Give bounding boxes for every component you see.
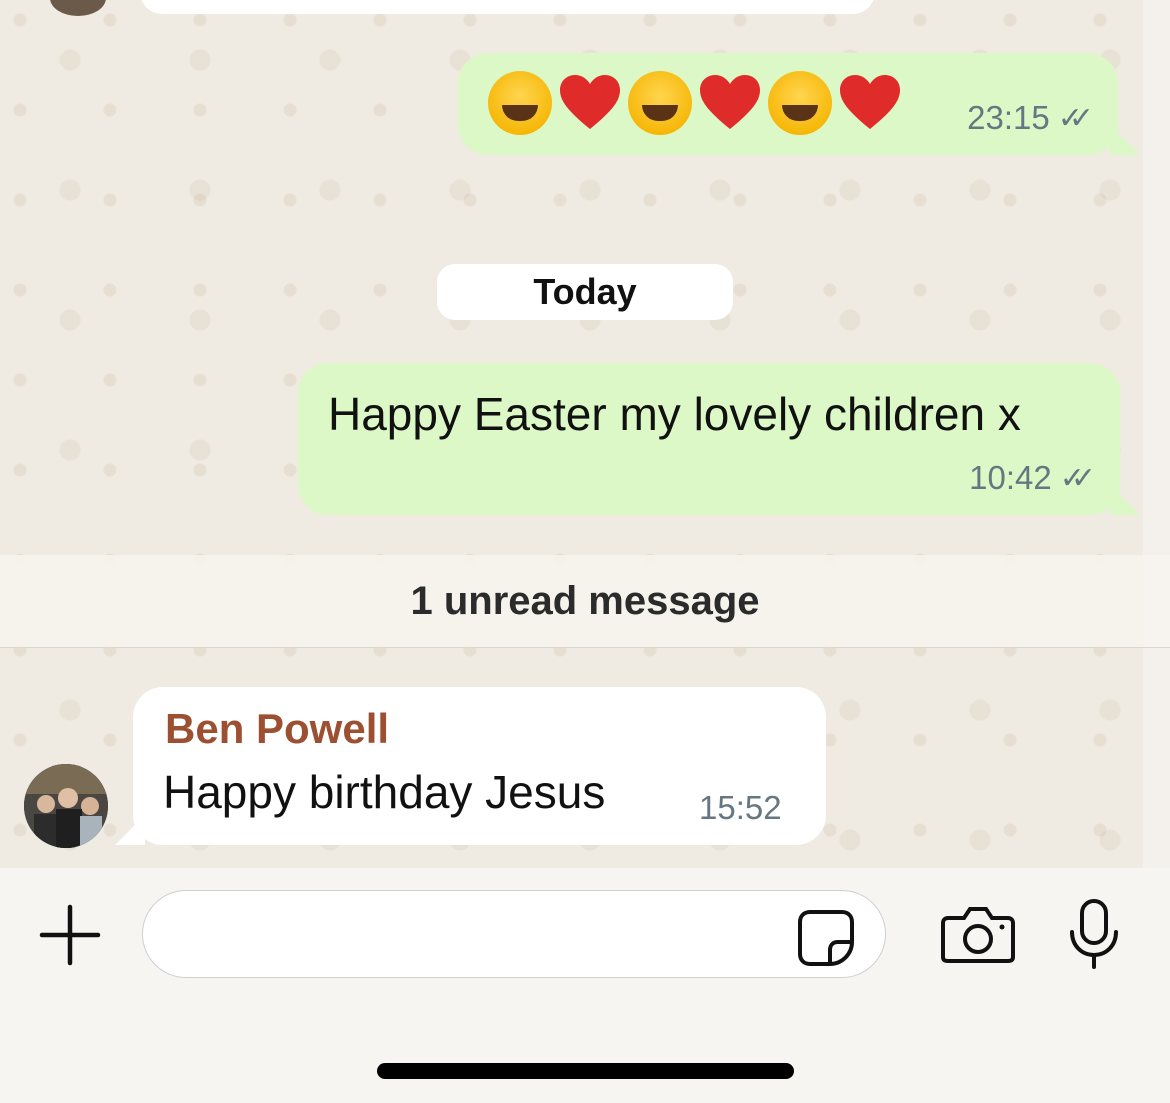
incoming-message-bubble[interactable]: Ben Powell Happy birthday Jesus 15:52 [133, 687, 826, 845]
laughing-emoji-icon [488, 71, 552, 135]
bubble-tail [1110, 125, 1140, 155]
red-heart-emoji-icon [698, 71, 762, 135]
message-time: 10:42 [969, 459, 1052, 496]
read-receipt-icon: ✓✓ [1057, 101, 1094, 135]
emoji-message-meta: 23:15 ✓✓ [967, 99, 1094, 137]
red-heart-emoji-icon [558, 71, 622, 135]
message-input[interactable] [142, 890, 886, 978]
incoming-message-meta: 15:52 [699, 789, 782, 827]
sender-name[interactable]: Ben Powell [165, 705, 389, 753]
home-indicator[interactable] [377, 1063, 794, 1079]
laughing-emoji-icon [628, 71, 692, 135]
emoji-message-bubble[interactable]: 23:15 ✓✓ [458, 53, 1118, 155]
message-text: Happy Easter my lovely children x [328, 388, 1021, 440]
message-time: 15:52 [699, 789, 782, 826]
chat-area[interactable]: 23:15 ✓✓ Today Happy Easter my lovely ch… [0, 0, 1170, 868]
previous-message-bubble[interactable] [140, 0, 875, 14]
unread-banner: 1 unread message [0, 555, 1170, 648]
date-separator: Today [437, 264, 733, 320]
outgoing-message-meta: 10:42 ✓✓ [969, 459, 1096, 497]
unread-label: 1 unread message [410, 578, 760, 623]
red-heart-emoji-icon [838, 71, 902, 135]
outgoing-message-bubble[interactable]: Happy Easter my lovely children x 10:42 … [298, 363, 1120, 515]
emoji-row [488, 71, 902, 135]
microphone-icon[interactable] [1064, 898, 1124, 970]
plus-icon[interactable] [38, 903, 102, 967]
date-label: Today [533, 271, 637, 312]
laughing-emoji-icon [768, 71, 832, 135]
sender-avatar[interactable] [24, 764, 108, 848]
message-time: 23:15 [967, 99, 1050, 136]
camera-icon[interactable] [940, 904, 1016, 964]
read-receipt-icon: ✓✓ [1059, 461, 1096, 495]
previous-avatar [50, 0, 106, 16]
bubble-tail [1110, 485, 1140, 515]
sticker-icon[interactable] [796, 908, 856, 968]
chat-edge [1143, 0, 1170, 868]
message-text: Happy birthday Jesus [163, 766, 606, 818]
